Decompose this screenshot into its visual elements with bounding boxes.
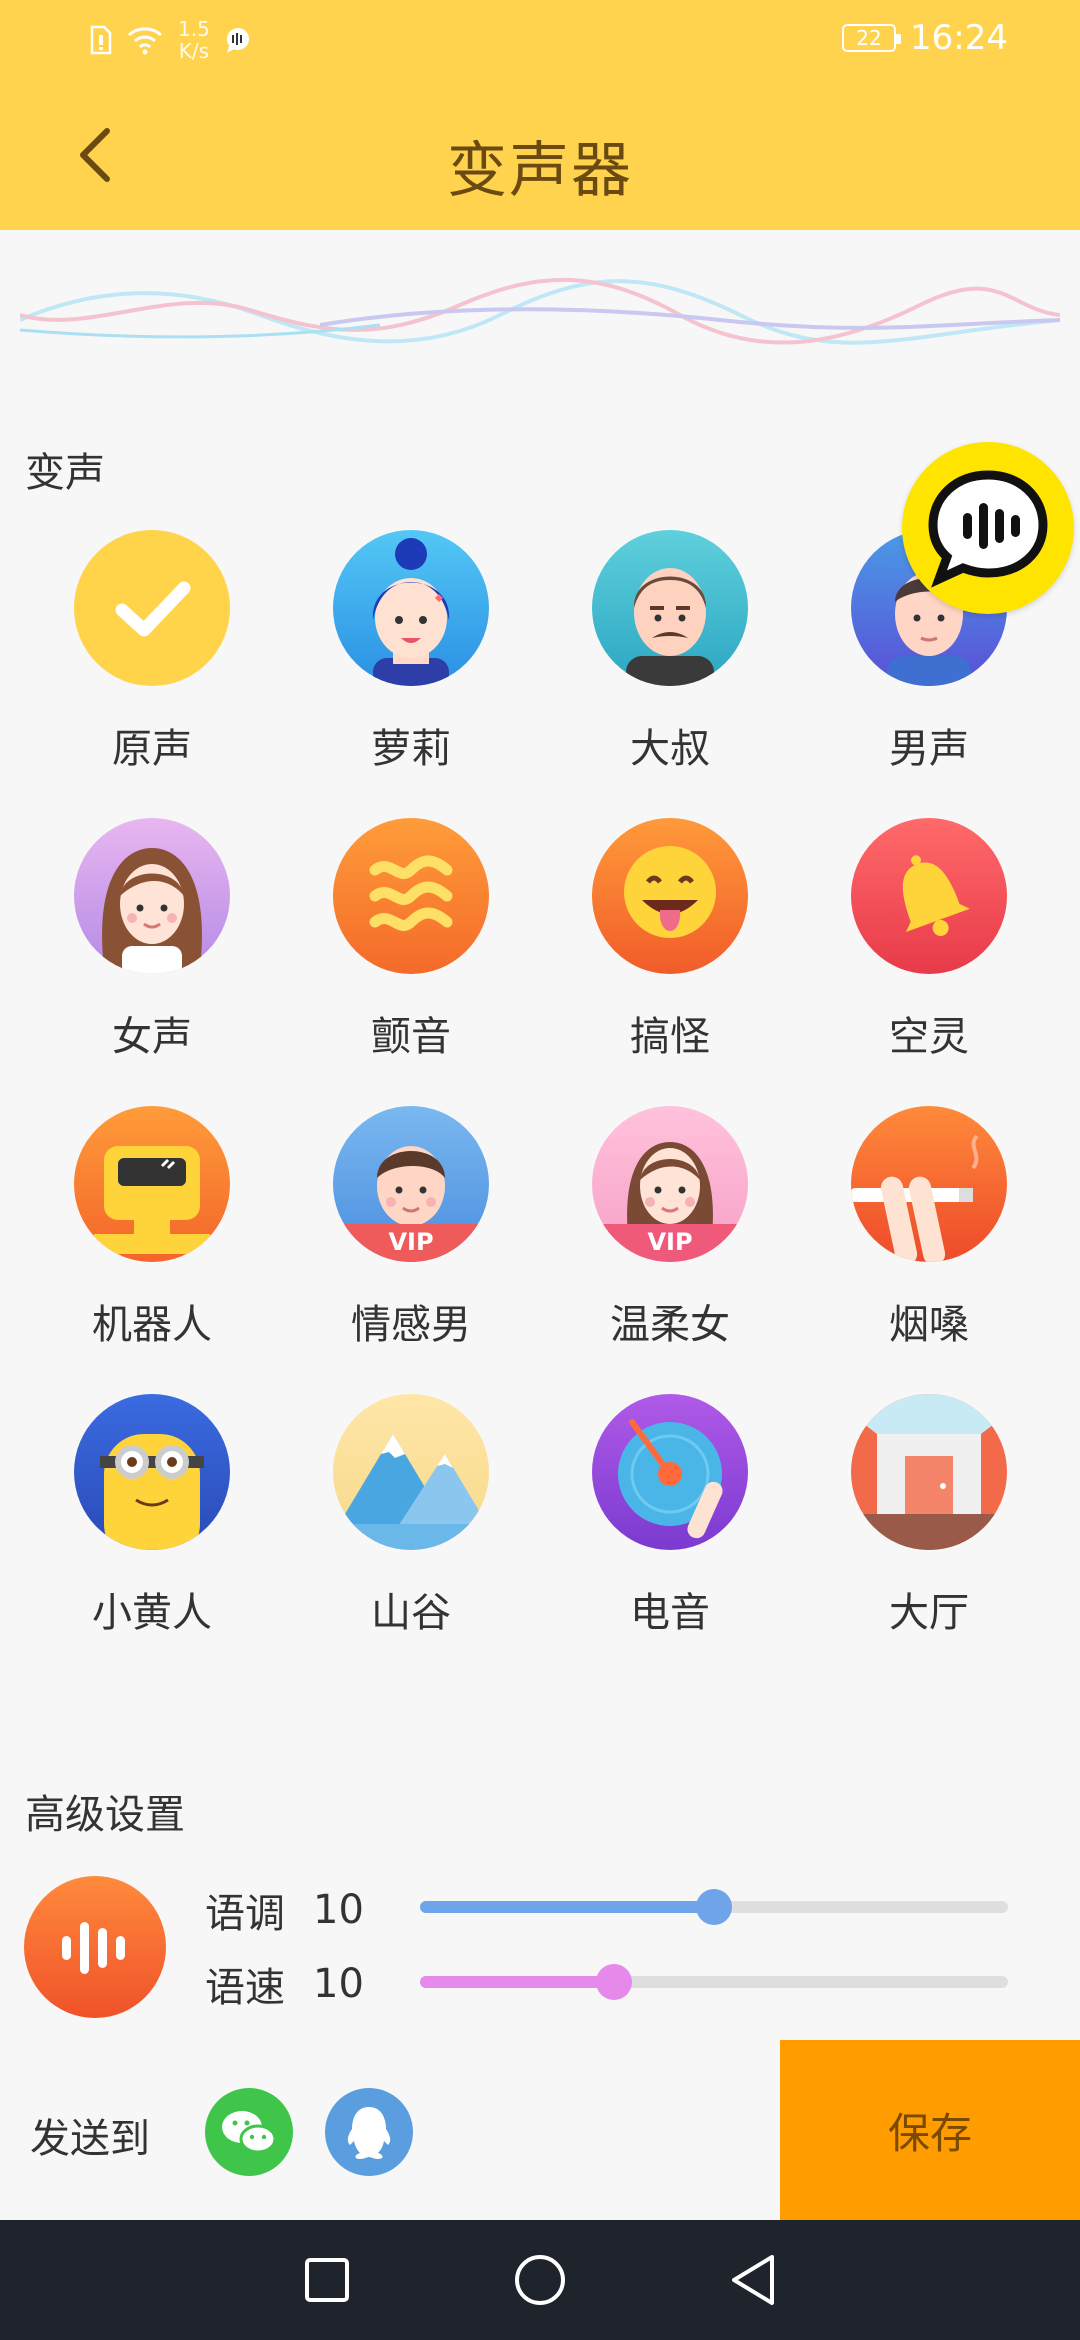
voice-item-label: 温柔女 (610, 1302, 730, 1348)
voice-item-label: 情感男 (351, 1302, 471, 1348)
save-button[interactable]: 保存 (780, 2040, 1080, 2220)
voice-item-label: 女声 (112, 1014, 192, 1060)
vip-woman-avatar: VIP (592, 1106, 748, 1262)
pitch-label: 语调 (205, 1891, 285, 1937)
wechat-icon (222, 2111, 277, 2154)
share-wechat-button[interactable] (205, 2088, 293, 2176)
voice-item-original[interactable]: 原声 (23, 530, 281, 790)
system-navigation-bar (0, 2220, 1080, 2340)
waveform-graphic (20, 277, 1060, 345)
cigarette-icon (851, 1106, 1007, 1262)
tremolo-wave-icon (333, 818, 489, 974)
square-icon (304, 2258, 349, 2302)
status-bar: 1.5 K/s 22 16:24 (0, 0, 1080, 80)
voice-item-label: 男声 (889, 726, 969, 772)
battery-icon: 22 (842, 24, 902, 52)
tongue-emoji-icon (592, 818, 748, 974)
triangle-back-icon (732, 2255, 775, 2305)
recent-apps-button[interactable] (287, 2240, 367, 2320)
back-nav-button[interactable] (713, 2240, 793, 2320)
voice-item-tremolo[interactable]: 颤音 (282, 818, 540, 1078)
voice-item-valley[interactable]: 山谷 (282, 1394, 540, 1654)
voice-item-emotional-male[interactable]: VIP 情感男 (282, 1106, 540, 1366)
voice-item-minion[interactable]: 小黄人 (23, 1394, 281, 1654)
voice-item-hall[interactable]: 大厅 (800, 1394, 1058, 1654)
voice-item-label: 萝莉 (371, 726, 451, 772)
voice-item-uncle[interactable]: 大叔 (541, 530, 799, 790)
vip-badge: VIP (647, 1228, 693, 1256)
pitch-slider[interactable] (420, 1889, 1008, 1925)
voice-section-label: 变声 (25, 450, 105, 496)
network-speed-value: 1.5 (178, 17, 210, 41)
voice-item-ethereal[interactable]: 空灵 (800, 818, 1058, 1078)
network-speed-unit: K/s (178, 39, 210, 63)
bell-icon (851, 818, 1007, 974)
voice-item-female[interactable]: 女声 (23, 818, 281, 1078)
advanced-settings-label: 高级设置 (25, 1792, 185, 1838)
check-icon (74, 530, 230, 686)
voice-item-label: 电音 (630, 1590, 710, 1636)
hall-icon (851, 1394, 1007, 1550)
vip-man-avatar: VIP (333, 1106, 489, 1262)
speed-slider[interactable] (420, 1964, 1008, 2000)
voice-item-robot[interactable]: 机器人 (23, 1106, 281, 1366)
sound-bars-icon (62, 1922, 125, 1974)
record-button[interactable] (24, 1876, 166, 2018)
voice-item-label: 机器人 (92, 1302, 212, 1348)
vinyl-record-icon (592, 1394, 748, 1550)
voice-item-label: 小黄人 (92, 1590, 212, 1636)
mountain-icon (333, 1394, 489, 1550)
wifi-icon (128, 27, 162, 55)
pitch-row: 语调 10 (205, 1880, 423, 1940)
voice-item-gentle-female[interactable]: VIP 温柔女 (541, 1106, 799, 1366)
voice-item-funny[interactable]: 搞怪 (541, 818, 799, 1078)
speed-slider-thumb[interactable] (596, 1964, 632, 2000)
voice-item-smoky[interactable]: 烟嗓 (800, 1106, 1058, 1366)
voice-item-label: 大厅 (889, 1590, 969, 1636)
qq-icon (347, 2107, 391, 2159)
voice-item-label: 空灵 (889, 1014, 969, 1060)
floating-voice-button[interactable] (902, 442, 1074, 614)
uncle-avatar (592, 530, 748, 686)
voice-item-label: 原声 (112, 726, 192, 772)
voice-item-label: 颤音 (371, 1014, 451, 1060)
voice-changer-notification-icon (226, 28, 249, 53)
voice-item-label: 山谷 (371, 1590, 451, 1636)
vip-badge: VIP (388, 1228, 434, 1256)
minion-icon (74, 1394, 230, 1550)
speed-row: 语速 10 (205, 1954, 423, 2014)
share-qq-button[interactable] (325, 2088, 413, 2176)
speed-label: 语速 (205, 1965, 285, 2011)
voice-item-label: 大叔 (630, 726, 710, 772)
voice-item-label: 搞怪 (630, 1014, 710, 1060)
circle-icon (514, 2255, 565, 2305)
pitch-slider-thumb[interactable] (696, 1889, 732, 1925)
app-header: 变声器 (0, 80, 1080, 230)
loli-girl-avatar (333, 530, 489, 686)
home-button[interactable] (500, 2240, 580, 2320)
network-speed: 1.5 K/s (178, 18, 210, 62)
voice-bubble-icon (928, 470, 1048, 588)
voice-item-electronic[interactable]: 电音 (541, 1394, 799, 1654)
voice-item-loli[interactable]: 萝莉 (282, 530, 540, 790)
voice-item-label: 烟嗓 (889, 1302, 969, 1348)
send-to-label: 发送到 (30, 2116, 150, 2162)
speed-slider-fill (420, 1976, 614, 1988)
battery-level: 22 (856, 26, 882, 50)
page-title: 变声器 (447, 136, 633, 206)
pitch-value: 10 (313, 1887, 364, 1933)
female-avatar (74, 818, 230, 974)
robot-icon (74, 1106, 230, 1262)
status-time: 16:24 (910, 18, 1008, 58)
pitch-slider-fill (420, 1901, 714, 1913)
speed-value: 10 (313, 1961, 364, 2007)
sim-icon (90, 25, 112, 55)
